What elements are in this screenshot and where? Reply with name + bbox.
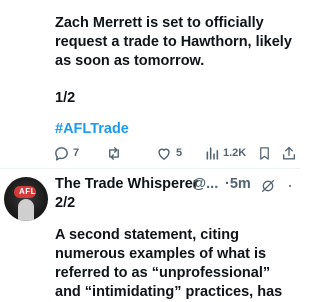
tweet-text: Zach Merrett is set to officially reques… [55,14,295,71]
like-icon [158,148,170,160]
bookmark-button[interactable] [257,143,272,163]
hashtag-link[interactable]: #AFLTrade [55,121,129,137]
reply-text-line: numerous examples of what is [55,246,267,262]
views-count: 1.2K [223,147,247,159]
repost-icon [109,146,119,160]
avatar-figure [18,199,34,221]
views-icon [206,146,219,160]
reply-text: A second statement, citing numerous exam… [55,226,300,302]
reply-header: The Trade Whisperer @... ·5m [55,176,298,196]
author-handle[interactable]: @... [192,176,218,192]
thread-count: 1/2 [55,90,76,106]
reply-icon [55,146,68,161]
tweet-text-line: Zach Merrett is set to officially [55,15,264,31]
tweet-divider [0,168,300,169]
share-icon [283,146,295,159]
reply-count: 7 [73,147,80,159]
timestamp-value: 5m [229,176,251,192]
tweet-text-line: as soon as tomorrow. [55,53,205,69]
avatar[interactable]: AFL [4,177,48,221]
repost-button[interactable] [105,143,126,163]
tweet-actions-bar: 7 5 1.2K [53,143,298,163]
thread-count: 2/2 [55,195,76,211]
share-button[interactable] [281,143,297,163]
like-count: 5 [176,147,183,159]
reply-text-line: referred to as “unprofessional” [55,265,271,281]
reply-button[interactable]: 7 [53,143,79,163]
bookmark-icon [260,146,269,160]
avatar-badge-text: AFL [19,187,37,196]
like-button[interactable]: 5 [155,143,182,163]
author-name[interactable]: The Trade Whisperer [55,176,198,192]
more-icon[interactable] [283,178,297,194]
timestamp[interactable]: ·5m [225,176,251,192]
views-button[interactable]: 1.2K [204,143,246,163]
tweet-text-line: request a trade to Hawthorn, likely [55,34,292,50]
reply-text-line: A second statement, citing [55,227,239,243]
reply-text-line: and “intimidating” practices, has [55,284,283,300]
grok-icon[interactable] [260,178,276,194]
